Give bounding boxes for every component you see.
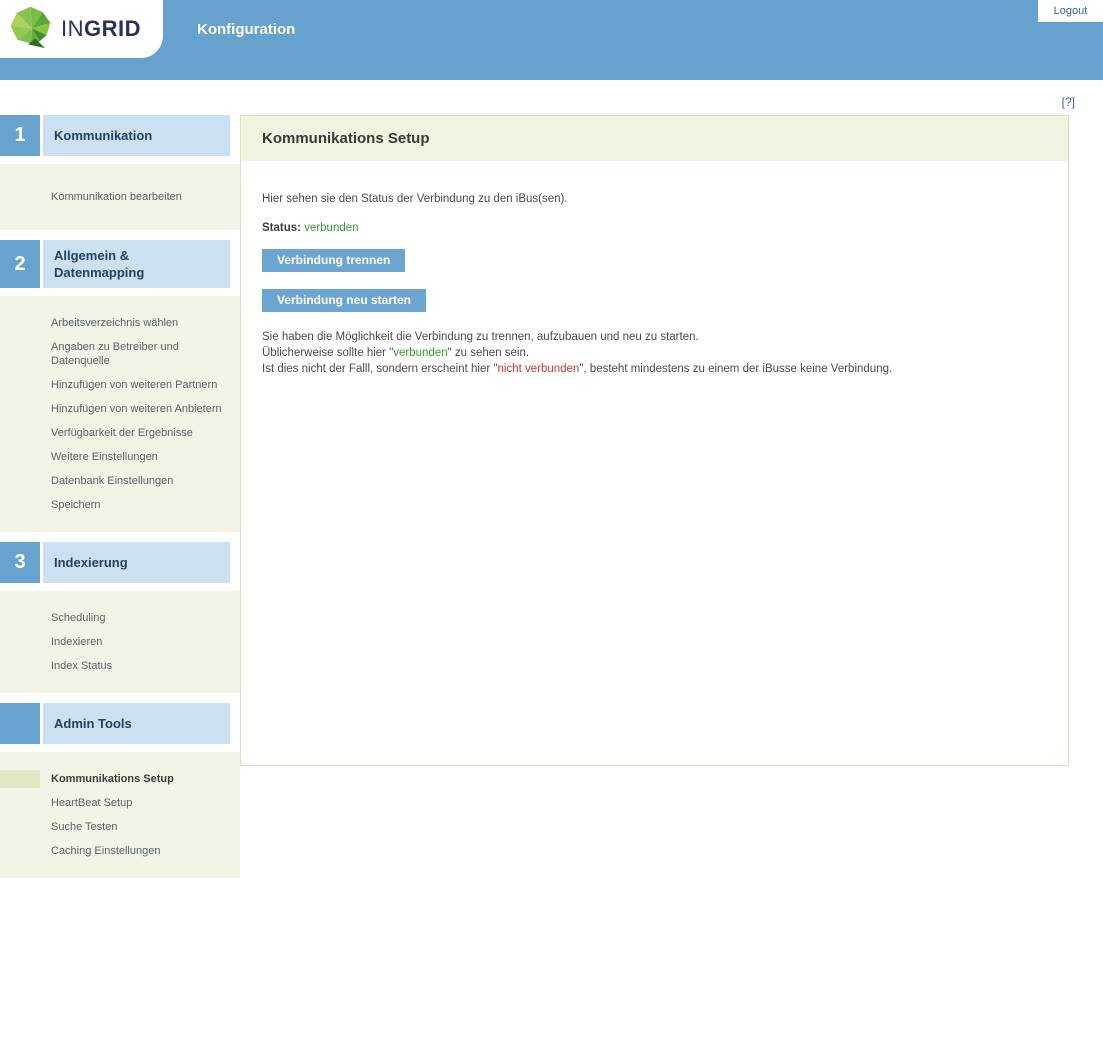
page-title: Konfiguration [197, 0, 295, 58]
sidebar-item-heartbeat-setup[interactable]: HeartBeat Setup [0, 791, 240, 815]
sidebar-item-datenbank-einstellungen[interactable]: Datenbank Einstellungen [0, 469, 240, 493]
section-number-3: 3 [0, 542, 40, 583]
sidebar-item-speichern[interactable]: Speichern [0, 493, 240, 517]
logo-text-in: IN [61, 16, 84, 41]
logo: INGRID [0, 0, 163, 58]
logo-wordmark: INGRID [61, 16, 141, 42]
sidebar-section-allgemein: 2 Allgemein & Datenmapping [0, 240, 240, 288]
sidebar-item-kommunikations-setup[interactable]: Kommunikations Setup [0, 767, 240, 791]
section-title-admin-tools: Admin Tools [43, 703, 230, 744]
content-body: Hier sehen sie den Status der Verbindung… [241, 161, 1068, 409]
sidebar-panel-indexierung: Scheduling Indexieren Index Status [0, 591, 240, 693]
sidebar-section-kommunikation: 1 Kommunikation [0, 115, 240, 156]
section-number-admin [0, 703, 40, 744]
intro-text: Hier sehen sie den Status der Verbindung… [262, 193, 1047, 205]
help-link[interactable]: [?] [1062, 95, 1075, 109]
sidebar-panel-kommunikation: Kommunikation bearbeiten [0, 164, 240, 230]
section-number-1: 1 [0, 115, 40, 156]
sidebar: 1 Kommunikation Kommunikation bearbeiten… [0, 115, 240, 888]
logo-text-grid: GRID [84, 16, 141, 41]
info-line3-prefix: Ist dies nicht der Falll, sondern ersche… [262, 363, 497, 375]
sidebar-item-caching-einstellungen[interactable]: Caching Einstellungen [0, 839, 240, 863]
section-title-indexierung: Indexierung [43, 542, 230, 583]
sidebar-section-indexierung: 3 Indexierung [0, 542, 240, 583]
sidebar-item-scheduling[interactable]: Scheduling [0, 606, 240, 630]
info-paragraph: Sie haben die Möglichkeit die Verbindung… [262, 329, 1047, 377]
sidebar-item-arbeitsverzeichnis[interactable]: Arbeitsverzeichnis wählen [0, 311, 240, 335]
sidebar-item-weitere-einstellungen[interactable]: Weitere Einstellungen [0, 445, 240, 469]
ingrid-gem-icon [9, 4, 55, 54]
status-line: Status: verbunden [262, 222, 1047, 234]
restart-connection-button[interactable]: Verbindung neu starten [262, 289, 426, 312]
section-number-2: 2 [0, 240, 40, 288]
sidebar-item-kommunikation-bearbeiten[interactable]: Kommunikation bearbeiten [0, 185, 240, 209]
info-line3-nicht-verbunden: nicht verbunden [497, 363, 579, 375]
status-label: Status: [262, 222, 301, 234]
sidebar-item-suche-testen[interactable]: Suche Testen [0, 815, 240, 839]
page: INGRID Konfiguration Logout [?] 1 Kommun… [0, 0, 1103, 1053]
sidebar-item-angaben-betreiber[interactable]: Angaben zu Betreiber und Datenquelle [0, 335, 240, 373]
status-value: verbunden [304, 222, 358, 234]
section-title-allgemein: Allgemein & Datenmapping [43, 240, 230, 288]
logout-button[interactable]: Logout [1038, 0, 1103, 22]
sidebar-section-admin-tools: Admin Tools [0, 703, 240, 744]
info-line1: Sie haben die Möglichkeit die Verbindung… [262, 331, 699, 343]
disconnect-button[interactable]: Verbindung trennen [262, 249, 405, 272]
info-line2-suffix: " zu sehen sein. [448, 347, 529, 359]
sidebar-item-weitere-anbieter[interactable]: Hinzufügen von weiteren Anbietern [0, 397, 240, 421]
sidebar-panel-allgemein: Arbeitsverzeichnis wählen Angaben zu Bet… [0, 296, 240, 532]
sidebar-item-weitere-partner[interactable]: Hinzufügen von weiteren Partnern [0, 373, 240, 397]
sidebar-panel-admin-tools: Kommunikations Setup HeartBeat Setup Suc… [0, 752, 240, 878]
section-title-kommunikation: Kommunikation [43, 115, 230, 156]
main-content-panel: Kommunikations Setup Hier sehen sie den … [240, 115, 1069, 766]
info-line2-verbunden: verbunden [393, 347, 447, 359]
content-heading: Kommunikations Setup [241, 116, 1068, 161]
sidebar-item-index-status[interactable]: Index Status [0, 654, 240, 678]
sidebar-item-indexieren[interactable]: Indexieren [0, 630, 240, 654]
info-line2-prefix: Üblicherweise sollte hier " [262, 347, 393, 359]
info-line3-suffix: ", besteht mindestens zu einem der iBuss… [579, 363, 892, 375]
sidebar-item-verfuegbarkeit[interactable]: Verfügbarkeit der Ergebnisse [0, 421, 240, 445]
top-header-bar: INGRID Konfiguration Logout [0, 0, 1103, 80]
